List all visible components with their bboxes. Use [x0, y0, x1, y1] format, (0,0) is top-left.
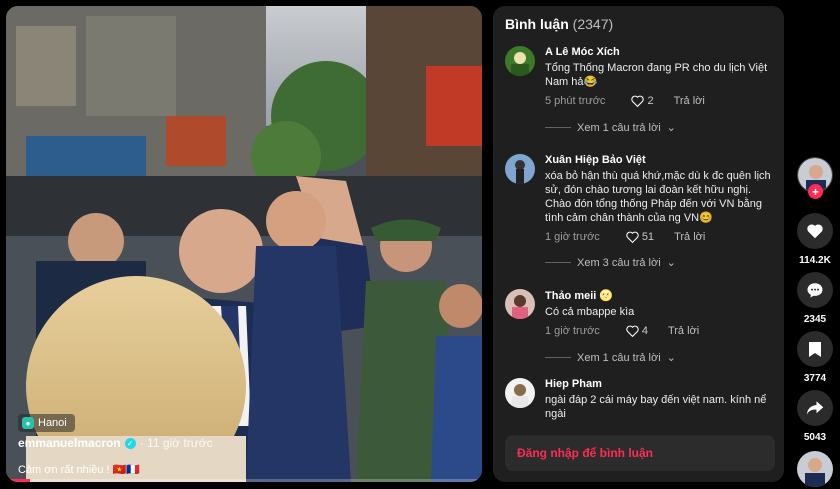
- comment-text: Có cả mbappe kìa: [545, 306, 635, 318]
- comment-meta: 1 giờ trước 51 Trả lời: [545, 231, 773, 243]
- like-button[interactable]: [797, 213, 833, 249]
- divider-line: [545, 357, 571, 358]
- view-replies-button[interactable]: Xem 3 câu trả lời ⌄: [545, 256, 676, 269]
- commenter-avatar[interactable]: [505, 378, 535, 408]
- commenter-name[interactable]: A Lê Móc Xích: [545, 46, 773, 58]
- save-button[interactable]: [797, 331, 833, 367]
- login-to-comment-button[interactable]: Đăng nhập để bình luận: [505, 435, 775, 471]
- comment-like-button[interactable]: 4: [626, 325, 648, 337]
- commenter-avatar[interactable]: [505, 46, 535, 76]
- heart-outline-icon: [626, 325, 639, 337]
- comment-time: 1 giờ trước: [545, 325, 600, 337]
- commenter-name[interactable]: Xuân Hiệp Bảo Việt: [545, 154, 773, 166]
- divider-line: [545, 127, 571, 128]
- share-arrow-icon: [806, 401, 824, 415]
- share-count: 5043: [803, 432, 827, 443]
- chevron-down-icon: ⌄: [666, 257, 676, 269]
- comment-button[interactable]: [797, 272, 833, 308]
- heart-outline-icon: [626, 231, 639, 243]
- view-replies-button[interactable]: Xem 1 câu trả lời ⌄: [545, 121, 676, 134]
- video-player[interactable]: ● Hanoi emmanuelmacron ✓ · 11 giờ trước …: [6, 6, 482, 482]
- app-root: ● Hanoi emmanuelmacron ✓ · 11 giờ trước …: [0, 0, 840, 489]
- video-progress-fill: [6, 479, 30, 482]
- comment-like-count: 4: [641, 325, 648, 337]
- comment-reply-button[interactable]: Trả lời: [668, 325, 699, 337]
- comment-time: 5 phút trước: [545, 95, 606, 107]
- share-button[interactable]: [797, 390, 833, 426]
- comment-time: 1 giờ trước: [545, 231, 600, 243]
- comment-list[interactable]: A Lê Móc Xích Tổng Thống Macron đang PR …: [493, 40, 784, 426]
- comment-reply-button[interactable]: Trả lời: [674, 95, 705, 107]
- heart-outline-icon: [631, 95, 645, 107]
- like-count: 114.2K: [799, 255, 831, 266]
- music-disc-avatar[interactable]: [797, 451, 833, 487]
- comment-like-button[interactable]: 2: [631, 95, 654, 107]
- chevron-down-icon: ⌄: [666, 122, 676, 134]
- view-replies-label: Xem 1 câu trả lời: [577, 351, 661, 364]
- comment-count: 2345: [803, 314, 827, 325]
- video-caption: Cảm ơn rất nhiều ! 🇻🇳🇫🇷: [18, 464, 141, 476]
- commenter-name[interactable]: Thảo meii 🌝: [545, 289, 773, 302]
- view-replies-label: Xem 1 câu trả lời: [577, 121, 661, 134]
- follow-plus-icon[interactable]: +: [808, 184, 823, 199]
- heart-icon: [807, 224, 823, 239]
- comment-text: Tổng Thống Macron đang PR cho du lịch Vi…: [545, 62, 768, 88]
- comments-panel: Bình luận (2347) A Lê Móc Xích Tổng Thốn…: [493, 6, 784, 482]
- chevron-down-icon: ⌄: [666, 352, 676, 364]
- action-rail: + 114.2K 2345 3774 5043: [797, 0, 833, 489]
- video-progress-bar[interactable]: [6, 479, 482, 482]
- comment-text: ngài đáp 2 cái máy bay đến việt nam. kín…: [545, 394, 767, 420]
- location-tag[interactable]: ● Hanoi: [18, 414, 75, 432]
- location-pin-icon: ●: [22, 417, 34, 429]
- save-count: 3774: [803, 373, 827, 384]
- commenter-avatar[interactable]: [505, 154, 535, 184]
- comment-reply-button[interactable]: Trả lời: [674, 231, 705, 243]
- bookmark-icon: [809, 341, 821, 357]
- comment-like-count: 51: [641, 231, 655, 243]
- commenter-avatar[interactable]: [505, 289, 535, 319]
- verified-badge-icon: ✓: [124, 437, 136, 449]
- video-author-line: emmanuelmacron ✓ · 11 giờ trước: [18, 436, 213, 450]
- comments-header: Bình luận (2347): [505, 16, 613, 32]
- comment-meta: 5 phút trước 2 Trả lời: [545, 95, 773, 107]
- view-replies-label: Xem 3 câu trả lời: [577, 256, 661, 269]
- author-username[interactable]: emmanuelmacron: [18, 436, 121, 450]
- comment-like-count: 2: [647, 95, 654, 107]
- post-time: · 11 giờ trước: [139, 436, 213, 450]
- comment-meta: 1 giờ trước 4 Trả lời: [545, 325, 773, 337]
- view-replies-button[interactable]: Xem 1 câu trả lời ⌄: [545, 351, 676, 364]
- video-frame: [6, 6, 482, 482]
- location-label: Hanoi: [38, 417, 67, 429]
- comments-title: Bình luận: [505, 16, 569, 32]
- comment-text: xóa bỏ hận thù quá khứ,mặc dù k đc quên …: [545, 170, 771, 224]
- comments-count: (2347): [572, 16, 614, 32]
- comment-like-button[interactable]: 51: [626, 231, 654, 243]
- comment-bubble-icon: [807, 283, 823, 298]
- commenter-name[interactable]: Hiep Pham: [545, 378, 773, 390]
- divider-line: [545, 262, 571, 263]
